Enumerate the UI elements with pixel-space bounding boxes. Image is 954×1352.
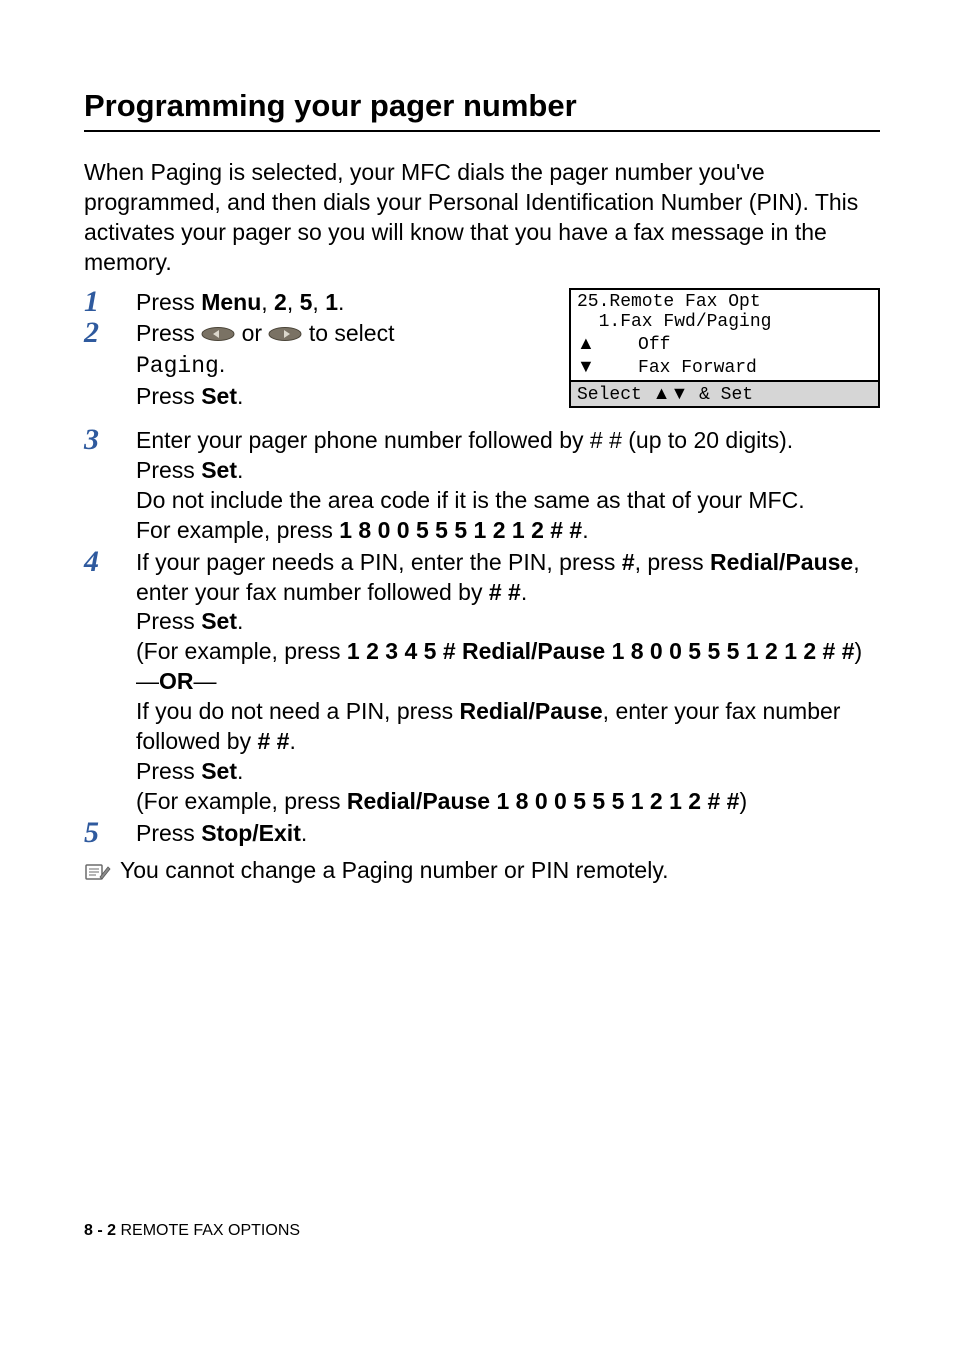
step-1-dot: . <box>338 289 344 315</box>
comma-1: , <box>261 289 274 315</box>
step-4-l1b: , press <box>635 549 710 575</box>
step-4-ex1b: 1 2 3 4 5 # Redial/Pause 1 8 0 0 5 5 5 1… <box>347 638 855 664</box>
page-footer: 8 - 2 REMOTE FAX OPTIONS <box>84 1222 300 1240</box>
step-5: 5 Press Stop/Exit. <box>84 819 880 849</box>
page-title: Programming your pager number <box>84 88 880 124</box>
step-4-press2: Press <box>136 758 201 784</box>
key-5: 5 <box>300 289 313 315</box>
step-2-to-select: to select <box>309 320 395 346</box>
up-down-arrow-icon: ▲▼ <box>653 383 689 403</box>
comma-3: , <box>312 289 325 315</box>
lcd-display: 25.Remote Fax Opt 1.Fax Fwd/Paging ▲ Off… <box>569 288 880 409</box>
step-2-press-label: Press <box>136 320 201 346</box>
hash-hash-2: # # <box>257 728 289 754</box>
step-3-example-digits: 1 8 0 0 5 5 5 1 2 1 2 # # <box>339 517 582 543</box>
step-3-press: Press <box>136 457 201 483</box>
up-arrow-icon: ▲ <box>577 333 595 353</box>
step-3-number: 3 <box>84 420 99 459</box>
step-4-ex2a: (For example, press <box>136 788 347 814</box>
intro-paragraph: When Paging is selected, your MFC dials … <box>84 158 880 278</box>
step-3-line1: Enter your pager phone number followed b… <box>136 427 793 453</box>
or-dash-1: — <box>136 668 159 694</box>
set-key-3: Set <box>201 608 237 634</box>
step-2: 2 Press or to select Paging. Press Set. <box>84 319 504 412</box>
key-2: 2 <box>274 289 287 315</box>
step-4-ex2b: Redial/Pause 1 8 0 0 5 5 5 1 2 1 2 # # <box>347 788 740 814</box>
nav-left-icon <box>201 320 235 350</box>
step-4-l1a: If your pager needs a PIN, enter the PIN… <box>136 549 622 575</box>
lcd-line-3: ▲ Off <box>577 333 872 356</box>
down-arrow-icon: ▼ <box>577 356 595 376</box>
step-3-line3: Do not include the area code if it is th… <box>136 486 880 516</box>
title-rule <box>84 130 880 132</box>
key-1: 1 <box>325 289 338 315</box>
step-2-dot2: . <box>237 383 243 409</box>
lcd-footer: Select ▲▼ & Set <box>571 380 878 406</box>
footer-page-number: 8 - 2 <box>84 1222 116 1239</box>
step-1: 1 Press Menu, 2, 5, 1. <box>84 288 504 318</box>
step-2-dot1: . <box>219 351 225 377</box>
set-key-1: Set <box>201 383 237 409</box>
paging-option: Paging <box>136 353 219 379</box>
lcd-line-2: 1.Fax Fwd/Paging <box>577 312 872 333</box>
step-4-l2c: . <box>289 728 295 754</box>
lcd-footer-pre: Select <box>577 385 653 405</box>
step-2-or: or <box>242 320 269 346</box>
lcd-line-3-text: Off <box>595 335 671 355</box>
lcd-line-4-text: Fax Forward <box>595 358 757 378</box>
step-3-dot1: . <box>237 457 243 483</box>
step-4: 4 If your pager needs a PIN, enter the P… <box>84 548 880 817</box>
step-3-example-label: For example, press <box>136 517 339 543</box>
hash-key: # <box>622 549 635 575</box>
note-text: You cannot change a Paging number or PIN… <box>120 857 669 884</box>
comma-2: , <box>287 289 300 315</box>
step-1-press-label: Press <box>136 289 201 315</box>
lcd-footer-post: & Set <box>688 385 753 405</box>
redial-pause-key-2: Redial/Pause <box>459 698 602 724</box>
or-label: OR <box>159 668 194 694</box>
step-4-ex2c: ) <box>739 788 747 814</box>
step-4-l2a: If you do not need a PIN, press <box>136 698 459 724</box>
note-icon <box>84 861 112 883</box>
step-4-ex1a: (For example, press <box>136 638 347 664</box>
step-2-number: 2 <box>84 313 99 352</box>
step-5-number: 5 <box>84 813 99 852</box>
set-key-2: Set <box>201 457 237 483</box>
step-4-dot2: . <box>237 758 243 784</box>
lcd-line-4: ▼ Fax Forward <box>577 356 872 379</box>
redial-pause-key-1: Redial/Pause <box>710 549 853 575</box>
footer-section: REMOTE FAX OPTIONS <box>120 1222 300 1239</box>
or-dash-2: — <box>194 668 217 694</box>
step-2-press2: Press <box>136 383 201 409</box>
hash-hash-1: # # <box>489 579 521 605</box>
step-3-dot2: . <box>582 517 588 543</box>
step-4-ex1c: ) <box>855 638 863 664</box>
step-3: 3 Enter your pager phone number followed… <box>84 426 880 546</box>
step-4-l1d: . <box>521 579 527 605</box>
set-key-4: Set <box>201 758 237 784</box>
stop-exit-key: Stop/Exit <box>201 820 301 846</box>
step-4-dot1: . <box>237 608 243 634</box>
step-4-press1: Press <box>136 608 201 634</box>
note: You cannot change a Paging number or PIN… <box>84 857 880 884</box>
step-5-press: Press <box>136 820 201 846</box>
menu-key: Menu <box>201 289 261 315</box>
step-4-number: 4 <box>84 542 99 581</box>
step-5-dot: . <box>301 820 307 846</box>
nav-right-icon <box>268 320 302 350</box>
lcd-line-1: 25.Remote Fax Opt <box>577 292 872 313</box>
